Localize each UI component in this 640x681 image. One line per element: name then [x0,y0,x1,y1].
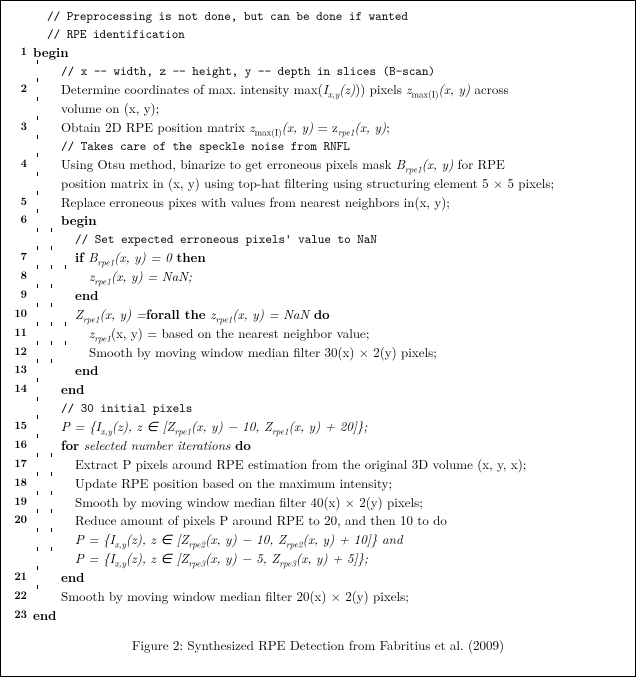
step-text: P = {Ix,y(z), z ∈ [Zrpe1(x, y) − 10, Zrp… [61,417,367,436]
comment-line: // Takes care of the speckle noise from … [9,137,627,155]
comment-line: // RPE identification [9,25,627,43]
comment: // Set expected erroneous pixels' value … [75,230,377,248]
code-line: 21end [9,568,627,587]
code-line: 8zrpe1(x, y) = NaN; [9,267,627,286]
step-text: for selected number iterations do [61,436,251,455]
keyword-begin: begin [33,43,69,62]
keyword-end: end [75,361,98,380]
step-text: if Brpe1(x, y) = 0 then [75,248,206,267]
keyword-end: end [61,380,84,399]
code-line: 22Smooth by moving window median filter … [9,587,627,606]
step-text: volume on (x, y); [61,99,159,118]
step-text: Smooth by moving window median filter 40… [75,493,423,512]
comment: // 30 initial pixels [61,399,192,417]
code-line: P = {Ix,y(z), z ∈ [Zrpe2(x, y) − 10, Zrp… [9,530,627,549]
code-line: 10Zrpe1(x, y) =forall the zrpe1(x, y) = … [9,305,627,324]
comment: // Preprocessing is not done, but can be… [47,7,408,25]
code-line: 17Extract P pixels around RPE estimation… [9,455,627,474]
comment-line: // Set expected erroneous pixels' value … [9,230,627,248]
step-text: Zrpe1(x, y) =forall the zrpe1(x, y) = Na… [75,305,330,324]
code-line: 5Replace erroneous pixes with values fro… [9,193,627,212]
code-line: 14end [9,380,627,399]
code-line: 4Using Otsu method, binarize to get erro… [9,155,627,174]
keyword-end: end [61,568,84,587]
step-text: Update RPE position based on the maximum… [75,474,392,493]
comment-line: // Preprocessing is not done, but can be… [9,7,627,25]
code-line: 9end [9,286,627,305]
step-text: position matrix in (x, y) using top-hat … [61,174,554,193]
step-text: Obtain 2D RPE position matrix zmax(I)(x,… [61,118,390,137]
comment-line: // x -- width, z -- height, y -- depth i… [9,62,627,80]
step-text: zrpe1(x, y) = NaN; [89,267,192,286]
code-line: 13end [9,361,627,380]
code-line: 20Reduce amount of pixels P around RPE t… [9,511,627,530]
code-line: 1begin [9,43,627,62]
algorithm-figure: // Preprocessing is not done, but can be… [0,0,636,677]
step-text: Smooth by moving window median filter 20… [61,587,409,606]
keyword-begin: begin [61,211,97,230]
step-text: Determine coordinates of max. intensity … [61,80,509,99]
code-line: 19Smooth by moving window median filter … [9,493,627,512]
code-line: 16for selected number iterations do [9,436,627,455]
step-text: P = {Ix,y(z), z ∈ [Zrpe3(x, y) − 5, Zrpe… [75,549,368,568]
code-line: 11zrpe1(x, y) = based on the nearest nei… [9,324,627,343]
step-text: zrpe1(x, y) = based on the nearest neigh… [89,324,369,343]
figure-caption: Figure 2: Synthesized RPE Detection from… [9,635,627,654]
step-text: Replace erroneous pixes with values from… [61,193,450,212]
code-line: 3Obtain 2D RPE position matrix zmax(I)(x… [9,118,627,137]
code-line: 2Determine coordinates of max. intensity… [9,80,627,99]
code-line: 6begin [9,211,627,230]
step-text: P = {Ix,y(z), z ∈ [Zrpe2(x, y) − 10, Zrp… [75,530,403,549]
keyword-end: end [33,606,56,625]
code-line: 18Update RPE position based on the maxim… [9,474,627,493]
code-line: 15P = {Ix,y(z), z ∈ [Zrpe1(x, y) − 10, Z… [9,417,627,436]
keyword-end: end [75,286,98,305]
step-text: Smooth by moving window median filter 30… [89,343,437,362]
step-text: Using Otsu method, binarize to get erron… [61,155,505,174]
code-line: volume on (x, y); [9,99,627,118]
step-text: Extract P pixels around RPE estimation f… [75,455,526,474]
comment: // RPE identification [47,25,185,43]
comment-line: // 30 initial pixels [9,399,627,417]
comment: // x -- width, z -- height, y -- depth i… [61,62,435,80]
code-line: P = {Ix,y(z), z ∈ [Zrpe3(x, y) − 5, Zrpe… [9,549,627,568]
code-line: 7if Brpe1(x, y) = 0 then [9,248,627,267]
comment: // Takes care of the speckle noise from … [61,137,350,155]
step-text: Reduce amount of pixels P around RPE to … [75,511,447,530]
code-line: 23end [9,606,627,625]
code-line: position matrix in (x, y) using top-hat … [9,174,627,193]
code-line: 12Smooth by moving window median filter … [9,343,627,362]
